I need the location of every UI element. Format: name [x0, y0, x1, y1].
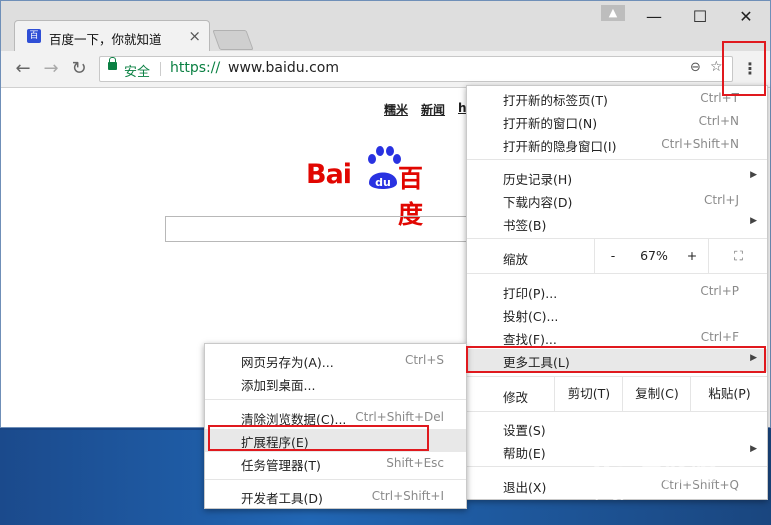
address-bar[interactable]: 安全 https:// www.baidu.com ⊖ ☆: [99, 56, 733, 82]
submenu-task-manager[interactable]: 任务管理器(T) Shift+Esc: [205, 452, 466, 475]
baidu-paw-icon: du: [368, 146, 401, 189]
watermark-url: jingyan.baidu.com: [596, 486, 716, 501]
watermark-brand: Bai百经验: [592, 458, 717, 488]
submenu-arrow-icon: ▶: [750, 216, 757, 226]
secure-label: 安全: [124, 65, 151, 80]
title-bar: 百 百度一下，你就知道 × ▲ — ☐ ✕: [1, 1, 770, 52]
zoom-out-button[interactable]: -: [594, 239, 631, 273]
submenu-divider: [205, 399, 466, 400]
highlight-extensions: [208, 425, 429, 451]
menu-divider: [467, 411, 767, 412]
zoom-level: 67%: [640, 248, 668, 263]
submenu-save-page[interactable]: 网页另存为(A)... Ctrl+S: [205, 349, 466, 372]
tab-title: 百度一下，你就知道: [49, 32, 162, 47]
new-tab-button[interactable]: [212, 30, 254, 50]
baidu-favicon-icon: 百: [27, 29, 41, 43]
tab-close-icon[interactable]: ×: [188, 27, 201, 45]
chrome-main-menu: 打开新的标签页(T) Ctrl+T 打开新的窗口(N) Ctrl+N 打开新的隐…: [466, 85, 768, 500]
maximize-button[interactable]: ☐: [690, 7, 710, 26]
menu-settings[interactable]: 设置(S): [467, 417, 767, 440]
reload-button[interactable]: ↻: [69, 58, 89, 79]
menu-new-incognito[interactable]: 打开新的隐身窗口(I) Ctrl+Shift+N: [467, 133, 767, 156]
browser-toolbar: ← → ↻ 安全 https:// www.baidu.com ⊖ ☆ ⋮: [1, 51, 770, 88]
cut-button[interactable]: 剪切(T): [554, 377, 623, 411]
menu-new-window[interactable]: 打开新的窗口(N) Ctrl+N: [467, 110, 767, 133]
submenu-arrow-icon: ▶: [750, 444, 757, 454]
submenu-divider: [205, 479, 466, 480]
profile-icon[interactable]: ▲: [601, 5, 625, 21]
link-nuomi[interactable]: 糯米: [384, 101, 408, 118]
zoom-icon[interactable]: ⊖: [690, 60, 701, 75]
bookmark-star-icon[interactable]: ☆: [710, 59, 723, 75]
submenu-devtools[interactable]: 开发者工具(D) Ctrl+Shift+I: [205, 485, 466, 508]
search-input[interactable]: [165, 216, 467, 242]
logo-bai-text: Bai: [306, 159, 352, 190]
tab-baidu[interactable]: 百 百度一下，你就知道 ×: [14, 20, 210, 52]
highlight-menu-button: [722, 41, 766, 96]
menu-zoom-row: 缩放 - 67% + ⛶: [467, 239, 767, 273]
lock-icon: [108, 57, 117, 70]
back-button[interactable]: ←: [13, 58, 33, 79]
menu-bookmarks[interactable]: 书签(B) ▶: [467, 212, 767, 235]
close-window-button[interactable]: ✕: [736, 7, 756, 26]
logo-du-text: du: [375, 176, 391, 189]
menu-divider: [467, 159, 767, 160]
fullscreen-icon[interactable]: ⛶: [708, 239, 768, 273]
menu-divider: [467, 273, 767, 274]
menu-downloads[interactable]: 下载内容(D) Ctrl+J: [467, 189, 767, 212]
forward-button[interactable]: →: [41, 58, 61, 79]
paste-button[interactable]: 粘贴(P): [690, 377, 768, 411]
menu-print[interactable]: 打印(P)... Ctrl+P: [467, 280, 767, 303]
menu-cast[interactable]: 投射(C)...: [467, 303, 767, 326]
zoom-in-button[interactable]: +: [678, 239, 706, 273]
url-host: www.baidu.com: [228, 60, 339, 76]
submenu-add-to-desktop[interactable]: 添加到桌面...: [205, 372, 466, 395]
omnibox-divider: [160, 62, 161, 76]
menu-history[interactable]: 历史记录(H) ▶: [467, 166, 767, 189]
url-scheme: https://: [170, 60, 221, 76]
copy-button[interactable]: 复制(C): [622, 377, 691, 411]
menu-edit-row: 修改 剪切(T) 复制(C) 粘贴(P): [467, 377, 767, 411]
highlight-more-tools: [466, 346, 766, 373]
minimize-button[interactable]: —: [644, 7, 664, 26]
link-news[interactable]: 新闻: [421, 101, 445, 118]
submenu-arrow-icon: ▶: [750, 170, 757, 180]
